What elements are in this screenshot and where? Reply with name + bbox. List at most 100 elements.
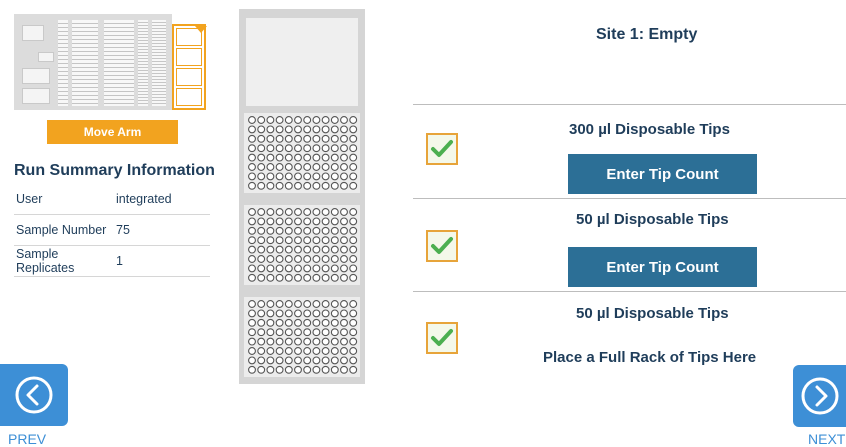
move-arm-button[interactable]: Move Arm bbox=[47, 120, 178, 144]
tip-well bbox=[294, 134, 302, 143]
tip-well bbox=[275, 300, 284, 308]
deck-tip-cell bbox=[176, 48, 202, 66]
tip-well bbox=[294, 356, 302, 365]
tip-well bbox=[266, 309, 275, 318]
tip-well bbox=[349, 125, 358, 134]
tip-well bbox=[266, 273, 275, 282]
tip-checkbox[interactable] bbox=[426, 230, 458, 262]
tip-well bbox=[312, 255, 321, 263]
summary-key: User bbox=[16, 192, 43, 206]
tip-well bbox=[275, 125, 284, 134]
tip-well bbox=[248, 356, 256, 365]
tip-well bbox=[284, 144, 293, 153]
summary-key: Sample Number bbox=[16, 223, 107, 237]
tip-well bbox=[284, 172, 293, 181]
tip-well bbox=[248, 134, 256, 143]
tip-well bbox=[284, 347, 293, 355]
chevron-left-circle-icon bbox=[15, 376, 53, 414]
tip-checkbox[interactable] bbox=[426, 322, 458, 354]
tip-well bbox=[266, 226, 275, 235]
tip-well bbox=[294, 273, 302, 282]
deck-tip-cell bbox=[176, 68, 202, 86]
deck-strip-rack bbox=[104, 20, 134, 106]
tip-well bbox=[303, 172, 312, 181]
tip-well bbox=[340, 255, 348, 263]
tip-well bbox=[294, 264, 302, 273]
tip-well bbox=[349, 208, 358, 216]
tip-well bbox=[248, 309, 256, 318]
tip-well bbox=[257, 116, 266, 124]
tip-well bbox=[275, 245, 284, 254]
tip-well bbox=[284, 236, 293, 245]
tip-well bbox=[275, 153, 284, 162]
tip-well bbox=[294, 163, 302, 171]
tip-well bbox=[340, 125, 348, 134]
tip-well bbox=[284, 125, 293, 134]
tip-well bbox=[257, 236, 266, 245]
tip-well bbox=[349, 273, 358, 282]
tip-well bbox=[340, 337, 348, 346]
tip-well bbox=[340, 144, 348, 153]
tip-well bbox=[303, 125, 312, 134]
tip-well bbox=[284, 134, 293, 143]
tip-well bbox=[275, 116, 284, 124]
tip-well bbox=[257, 163, 266, 171]
deck-strip-rack bbox=[138, 20, 148, 106]
tip-well bbox=[321, 125, 330, 134]
tip-well bbox=[303, 134, 312, 143]
tip-well bbox=[294, 217, 302, 226]
tip-well bbox=[303, 347, 312, 355]
tip-well bbox=[349, 347, 358, 355]
tip-well bbox=[303, 264, 312, 273]
tip-well bbox=[312, 208, 321, 216]
tip-well bbox=[294, 365, 302, 374]
checkmark-icon bbox=[431, 140, 453, 157]
tip-well bbox=[349, 245, 358, 254]
tip-well bbox=[257, 328, 266, 337]
tip-well bbox=[349, 328, 358, 337]
tip-well bbox=[294, 337, 302, 346]
tip-well bbox=[330, 300, 339, 308]
tip-well bbox=[330, 144, 339, 153]
tip-checkbox[interactable] bbox=[426, 133, 458, 165]
tip-well bbox=[340, 153, 348, 162]
tip-well bbox=[294, 181, 302, 190]
tip-well bbox=[303, 328, 312, 337]
enter-tip-count-button[interactable]: Enter Tip Count bbox=[568, 247, 757, 287]
prev-button[interactable] bbox=[0, 364, 68, 426]
tip-well bbox=[284, 328, 293, 337]
tip-well bbox=[275, 356, 284, 365]
tip-well bbox=[349, 255, 358, 263]
tip-well bbox=[266, 116, 275, 124]
tip-well bbox=[330, 318, 339, 327]
prev-label[interactable]: PREV bbox=[8, 431, 46, 447]
divider bbox=[413, 104, 846, 105]
tip-well bbox=[248, 116, 256, 124]
tip-well bbox=[284, 208, 293, 216]
tip-well bbox=[349, 217, 358, 226]
tip-well bbox=[284, 365, 293, 374]
tip-well bbox=[248, 300, 256, 308]
tip-well bbox=[312, 273, 321, 282]
tip-well bbox=[312, 163, 321, 171]
tip-well bbox=[312, 144, 321, 153]
enter-tip-count-button[interactable]: Enter Tip Count bbox=[568, 154, 757, 194]
tip-well bbox=[303, 116, 312, 124]
summary-value: 1 bbox=[116, 254, 123, 268]
tip-well bbox=[257, 181, 266, 190]
tip-well bbox=[321, 255, 330, 263]
run-summary-title: Run Summary Information bbox=[14, 162, 215, 179]
empty-rack-slot bbox=[246, 18, 358, 106]
tip-well bbox=[266, 347, 275, 355]
tip-well bbox=[284, 226, 293, 235]
tip-well bbox=[312, 226, 321, 235]
next-button[interactable] bbox=[793, 365, 846, 427]
summary-row-sample-replicates: Sample Replicates 1 bbox=[14, 246, 210, 277]
tip-well bbox=[349, 116, 358, 124]
next-label[interactable]: NEXT bbox=[808, 431, 845, 447]
tip-well bbox=[303, 337, 312, 346]
tip-title: 50 µl Disposable Tips bbox=[576, 305, 729, 322]
tip-well bbox=[303, 163, 312, 171]
tip-wells-grid bbox=[244, 205, 360, 285]
tip-well bbox=[349, 134, 358, 143]
